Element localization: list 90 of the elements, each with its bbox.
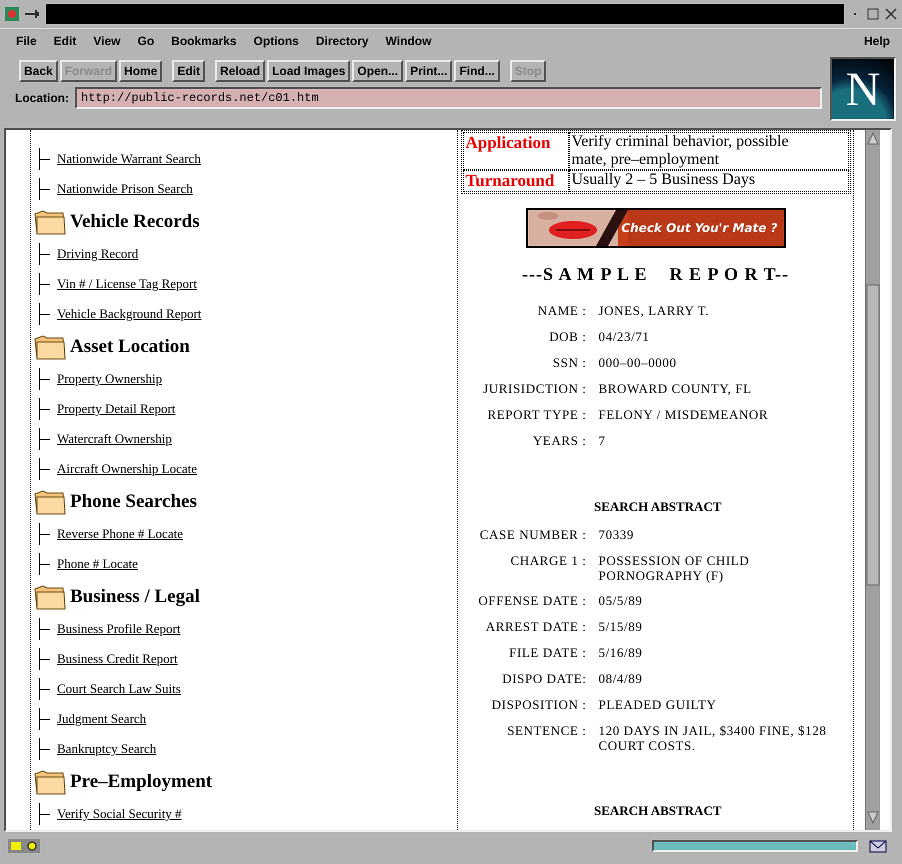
field-value: PLEADED GUILTY [598,697,718,713]
menu-item[interactable]: Options [254,34,299,48]
section-heading: Vehicle Records [70,211,200,233]
folder-icon [33,488,67,516]
scrollbar-drawing[interactable] [866,130,880,826]
field-label: REPORT TYPE : [486,407,586,423]
field-label: SSN : [552,355,586,371]
ad-text: Check Out You'r Mate ? [621,221,778,235]
field-label: CHARGE 1 : [509,553,586,570]
field-label: NAME : [536,303,586,319]
nav-link[interactable]: Business Profile Report [57,621,180,637]
field-label: ARREST DATE : [484,619,586,635]
toolbar-button[interactable]: Reload [215,60,266,82]
folder-icon [33,208,67,236]
nav-link[interactable]: Property Ownership [57,371,162,387]
menu-item[interactable]: Go [137,34,154,48]
nav-link[interactable]: Bankruptcy Search [57,741,156,757]
field-value: 000–00–0000 [598,355,678,371]
menu-item[interactable]: Bookmarks [171,34,237,48]
folder-icon [33,583,67,611]
nav-link[interactable]: Watercraft Ownership [57,431,172,447]
nav-link[interactable]: Aircraft Ownership Locate [57,461,198,477]
location-field[interactable]: http://public-records.net/c01.htm [75,87,822,109]
toolbar-button[interactable]: Load Images [267,60,350,82]
field-value: 120 DAYS IN JAIL, $3400 FINE, $128 COURT COSTS. [598,723,828,753]
menu-item[interactable]: File [16,34,37,48]
folder-icon [33,768,67,796]
security-key-icon [8,839,40,853]
section-title: SEARCH ABSTRACT [594,499,722,515]
browser-logo: N [830,57,896,121]
nav-link[interactable]: Vin # / License Tag Report [57,276,197,292]
field-label: DOB : [548,329,586,345]
field-value: 5/16/89 [598,645,644,661]
pin-icon[interactable] [24,9,42,19]
nav-link[interactable]: Court Search Law Suits [57,681,181,697]
nav-link[interactable]: Phone # Locate [57,556,138,572]
app-icon [4,6,20,22]
menu-item[interactable]: Edit [54,34,76,48]
section-heading: Phone Searches [70,491,197,513]
nav-link[interactable]: Judgment Search [57,711,146,727]
menu-item[interactable]: Directory [316,34,369,48]
report-title: ---S A M P L E R E P O R T-- [522,264,790,285]
nav-link[interactable]: Property Detail Report [57,401,176,417]
menu-item[interactable]: Window [386,34,432,48]
nav-link[interactable]: Verify Social Security # [57,806,182,822]
field-value: JONES, LARRY T. [598,303,710,319]
info-value: Verify criminal behavior, possible mate, pre–employment [568,132,848,170]
section-title: SEARCH ABSTRACT [594,803,722,819]
location-label: Location: [15,91,69,105]
field-label: YEARS : [532,433,586,449]
field-value: 70339 [598,527,635,543]
field-label: DISPOSITION : [490,697,586,713]
field-label: JURISIDCTION : [482,381,586,397]
field-value: 04/23/71 [598,329,651,345]
field-value: 5/15/89 [598,619,644,635]
field-value: BROWARD COUNTY, FL [598,381,753,397]
info-value: Usually 2 – 5 Business Days [568,170,848,192]
field-label: DISPO DATE: [501,671,586,687]
nav-link[interactable]: Driving Record [57,246,138,262]
info-label: Turnaround [462,170,568,192]
nav-link[interactable]: Nationwide Prison Search [57,181,193,197]
field-value: 05/5/89 [598,593,644,609]
field-value: FELONY / MISDEMEANOR [598,407,770,423]
section-heading: Asset Location [70,336,190,358]
field-value: 7 [598,433,607,449]
ad-banner[interactable]: Check Out You'r Mate ? [526,208,786,248]
maximize-icon[interactable] [866,7,880,21]
toolbar-button[interactable]: Edit [172,60,206,82]
toolbar-button[interactable]: Home [119,60,162,82]
nav-link[interactable]: Business Credit Report [57,651,178,667]
toolbar-button[interactable]: Print... [405,60,452,82]
nav-link[interactable]: Nationwide Warrant Search [57,151,201,167]
nav-link[interactable]: Reverse Phone # Locate [57,526,183,542]
close-icon[interactable] [884,7,898,21]
field-value: 08/4/89 [598,671,644,687]
field-label: OFFENSE DATE : [477,593,586,609]
section-heading: Pre–Employment [70,771,212,793]
menu-item[interactable]: Help [864,34,890,48]
toolbar-button[interactable]: Open... [352,60,404,82]
nav-link[interactable]: Vehicle Background Report [57,306,202,322]
toolbar-button[interactable]: Back [19,60,58,82]
field-label: CASE NUMBER : [478,527,586,543]
toolbar-button[interactable]: Find... [454,60,500,82]
field-label: FILE DATE : [508,645,586,661]
field-label: SENTENCE : [506,723,586,740]
info-label: Application [462,132,568,170]
folder-icon [33,333,67,361]
field-value: POSSESSION OF CHILD PORNOGRAPHY (F) [598,553,750,583]
section-heading: Business / Legal [70,586,200,608]
menu-item[interactable]: View [93,34,120,48]
